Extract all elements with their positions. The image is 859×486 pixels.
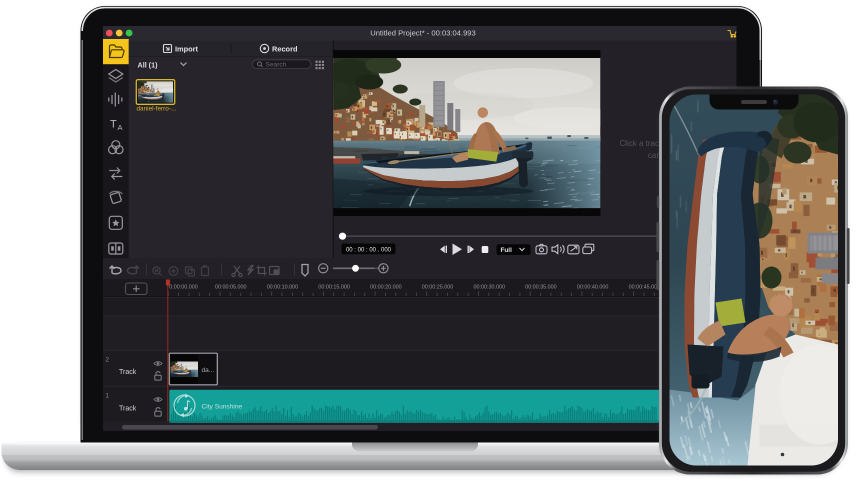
svg-text:A: A xyxy=(118,123,123,132)
svg-text:00 : 00 : 00 . 000: 00 : 00 : 00 . 000 xyxy=(346,247,392,253)
svg-text:car: car xyxy=(648,151,659,160)
svg-text:daniel-ferro-...: daniel-ferro-... xyxy=(137,106,177,113)
svg-text:00:00:30.000: 00:00:30.000 xyxy=(474,284,505,290)
svg-text:Track: Track xyxy=(119,369,137,376)
svg-text:City Sunshine: City Sunshine xyxy=(202,404,243,411)
svg-text:00:00:15.000: 00:00:15.000 xyxy=(318,284,349,290)
svg-text:All (1): All (1) xyxy=(138,60,159,69)
svg-text:Track: Track xyxy=(119,406,137,413)
svg-text:00:00:45.000: 00:00:45.000 xyxy=(629,284,660,290)
svg-text:Click a trac: Click a trac xyxy=(619,139,659,148)
svg-text:Full: Full xyxy=(501,247,513,254)
svg-text:0:00:00.000: 0:00:00.000 xyxy=(169,284,197,290)
svg-text:da...: da... xyxy=(202,367,215,374)
svg-text:1: 1 xyxy=(106,393,110,400)
svg-text:T: T xyxy=(110,119,117,131)
svg-text:Untitled Project* - 00:03:04.9: Untitled Project* - 00:03:04.993 xyxy=(370,29,476,38)
svg-text:00:00:05.000: 00:00:05.000 xyxy=(215,284,246,290)
svg-text:00:00:25.000: 00:00:25.000 xyxy=(422,284,453,290)
svg-text:Search: Search xyxy=(266,62,287,69)
svg-text:Import: Import xyxy=(175,45,199,54)
svg-text:00:00:40.000: 00:00:40.000 xyxy=(577,284,608,290)
svg-text:2: 2 xyxy=(106,357,110,364)
svg-text:Record: Record xyxy=(272,45,298,54)
svg-text:00:00:10.000: 00:00:10.000 xyxy=(267,284,298,290)
svg-text:00:00:35.000: 00:00:35.000 xyxy=(525,284,556,290)
svg-text:00:00:20.000: 00:00:20.000 xyxy=(370,284,401,290)
